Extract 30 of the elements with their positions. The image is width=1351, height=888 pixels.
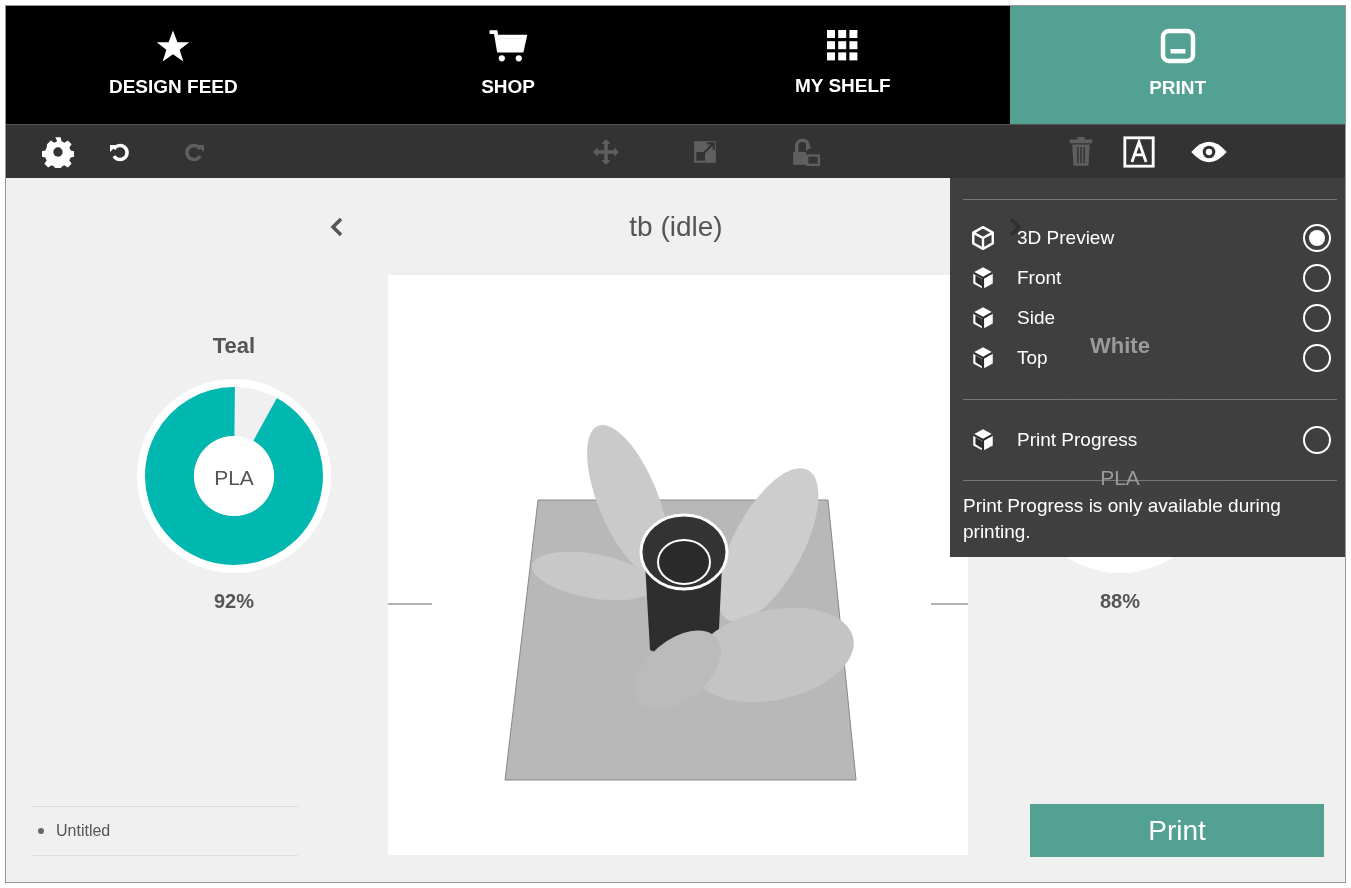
radio-button[interactable] <box>1303 344 1331 372</box>
cart-icon <box>488 28 529 63</box>
radio-button[interactable] <box>1303 264 1331 292</box>
filament-name: Teal <box>212 332 256 360</box>
grid-icon <box>826 29 859 62</box>
text-box-icon[interactable] <box>1122 134 1156 169</box>
menu-note: Print Progress is only available during printing. <box>963 494 1282 544</box>
tablet-icon <box>1159 27 1196 64</box>
cube-icon <box>970 305 996 331</box>
view-option[interactable]: Top <box>1017 343 1048 373</box>
radio-button[interactable] <box>1303 426 1331 454</box>
material-label: PLA <box>213 465 255 491</box>
filament-percentage: 88% <box>1100 589 1140 614</box>
filament-name: White <box>1090 332 1150 360</box>
radio-button[interactable] <box>1303 224 1331 252</box>
settings-icon[interactable] <box>42 135 74 168</box>
cube-icon <box>970 427 996 453</box>
filament-percentage: 92% <box>214 589 254 614</box>
file-item[interactable]: Untitled <box>56 819 111 843</box>
view-option[interactable]: Print Progress <box>1017 425 1138 455</box>
cube-icon <box>970 345 996 371</box>
view-option[interactable]: Side <box>1017 303 1056 333</box>
printer-status: tb (idle) <box>629 209 723 244</box>
radio-button[interactable] <box>1303 304 1331 332</box>
material-label: PLA <box>1099 465 1141 491</box>
bullet-icon <box>38 828 44 834</box>
cube-icon <box>970 265 996 291</box>
view-option[interactable]: 3D Preview <box>1017 223 1115 253</box>
view-option[interactable]: Front <box>1017 263 1062 293</box>
cube-icon <box>970 225 996 251</box>
